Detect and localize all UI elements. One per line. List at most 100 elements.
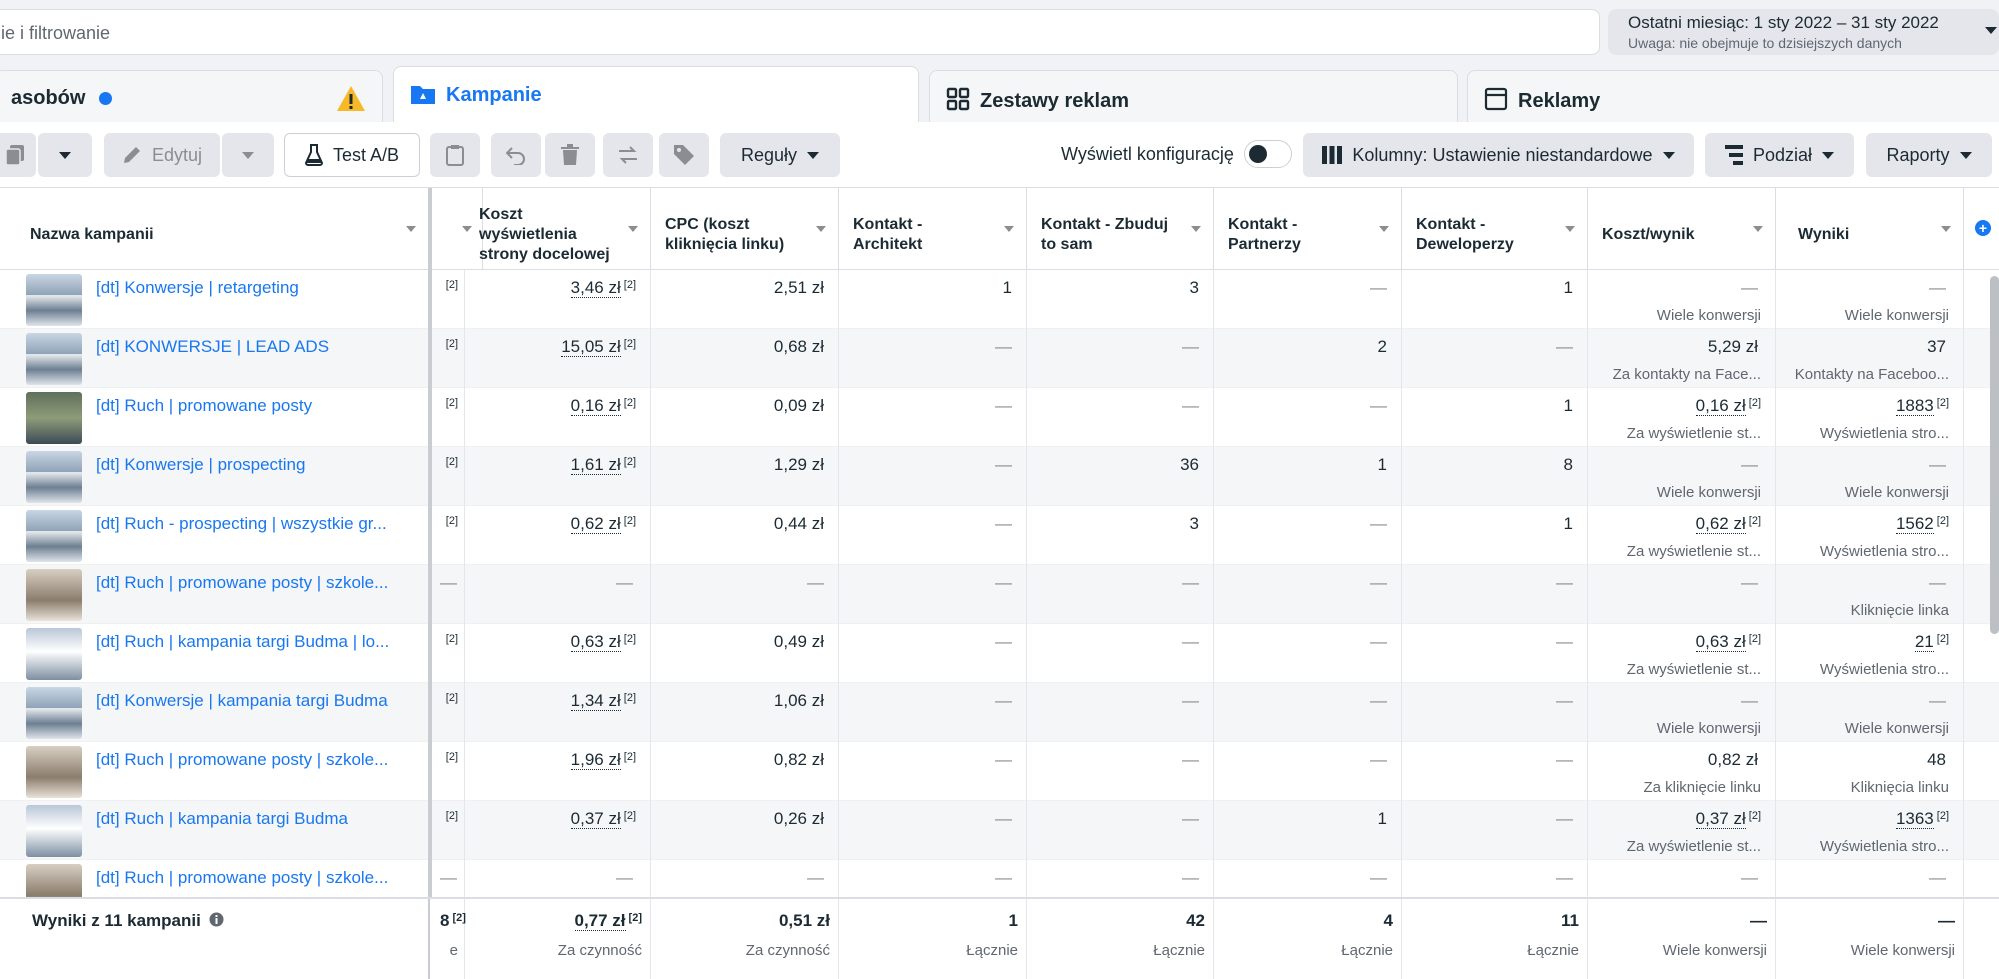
campaign-name-cell: [dt] Konwersje | kampania targi Budma <box>0 683 430 742</box>
footnote-marker: [2] <box>445 397 458 409</box>
vertical-scrollbar[interactable] <box>1990 276 1999 634</box>
column-header-contact-architect[interactable]: Kontakt - Architekt <box>839 188 1027 270</box>
campaign-name-link[interactable]: [dt] Ruch | kampania targi Budma | lo... <box>96 632 416 652</box>
tab-ad-sets[interactable]: Zestawy reklam <box>929 70 1458 124</box>
table-row[interactable]: [dt] Konwersje | prospecting [2] 1,61 zł [2… <box>0 447 1999 506</box>
rules-button[interactable]: Reguły <box>720 133 840 177</box>
date-range-picker[interactable]: Ostatni miesiąc: 1 sty 2022 – 31 sty 202… <box>1608 9 1999 55</box>
caret-down-icon <box>242 151 254 159</box>
campaign-thumbnail <box>26 333 82 385</box>
level-tabs: asobów Kampanie Zestawy reklam Reklamy <box>0 62 1999 124</box>
campaign-name-link[interactable]: [dt] Ruch | promowane posty | szkole... <box>96 750 416 770</box>
totals-label-cell: Wyniki z 11 kampanii <box>0 899 430 979</box>
cell-hidden: [2] <box>432 624 465 683</box>
campaign-name-link[interactable]: [dt] Ruch | kampania targi Budma <box>96 809 416 829</box>
column-header-landing-page-cost[interactable]: Koszt wyświetlenia strony docelowej <box>465 188 651 270</box>
tab-campaigns[interactable]: Kampanie <box>393 66 919 124</box>
edit-dropdown-button[interactable] <box>222 133 274 177</box>
cell-cpc: — <box>651 565 839 624</box>
breakdown-button[interactable]: Podział <box>1705 133 1854 177</box>
cell-cpc: 0,68 zł <box>651 329 839 388</box>
total-sub: Za czynność <box>745 942 830 959</box>
cell-results: 48 Kliknięcia linku <box>1776 742 1964 801</box>
ab-test-button[interactable]: Test A/B <box>284 133 420 177</box>
columns-button[interactable]: Kolumny: Ustawienie niestandardowe <box>1303 133 1694 177</box>
campaign-thumbnail <box>26 510 82 562</box>
cell-value: 0,82 zł <box>773 750 824 769</box>
cell-hidden: [2] <box>432 683 465 742</box>
cell-value: — <box>995 337 1012 356</box>
cell-results: 37 Kontakty na Faceboo... <box>1776 329 1964 388</box>
column-header-results[interactable]: Wyniki <box>1776 188 1964 270</box>
tab-label: Reklamy <box>1518 90 1601 112</box>
delete-button[interactable] <box>545 133 595 177</box>
campaign-name-link[interactable]: [dt] Ruch | promowane posty | szkole... <box>96 868 416 888</box>
cell-hidden: [2] <box>432 506 465 565</box>
footnote-marker: [2] <box>623 692 636 704</box>
search-filter-input[interactable]: ie i filtrowanie <box>0 9 1600 55</box>
add-column-icon[interactable]: + <box>1975 220 1991 236</box>
footnote-marker: [2] <box>623 810 636 822</box>
table-row[interactable]: [dt] Konwersje | retargeting [2] 3,46 zł [2… <box>0 270 1999 329</box>
cell-value: — <box>995 691 1012 710</box>
table-row[interactable]: [dt] Ruch | promowane posty [2] 0,16 zł [2]… <box>0 388 1999 447</box>
table-row[interactable]: [dt] Konwersje | kampania targi Budma [2]… <box>0 683 1999 742</box>
column-header-contact-partners[interactable]: Kontakt - Partnerzy <box>1214 188 1402 270</box>
total-sub: Za czynność <box>557 942 642 959</box>
totals-cell-landing-page-cost: 0,77 zł [2] Za czynność <box>465 899 651 979</box>
column-header-contact-developers[interactable]: Kontakt - Deweloperzy <box>1402 188 1588 270</box>
campaign-name-link[interactable]: [dt] Konwersje | retargeting <box>96 278 416 298</box>
duplicate-dropdown-button[interactable] <box>38 133 92 177</box>
table-row[interactable]: [dt] Ruch | kampania targi Budma | lo...… <box>0 624 1999 683</box>
edit-button[interactable]: Edytuj <box>104 133 220 177</box>
column-header-cost-per-result[interactable]: Koszt/wynik <box>1588 188 1776 270</box>
cell-developers: — <box>1402 565 1588 624</box>
tag-button[interactable] <box>659 133 709 177</box>
sort-icon <box>816 226 826 232</box>
share-icon <box>619 146 637 164</box>
show-config-toggle[interactable] <box>1244 140 1292 168</box>
table-row[interactable]: [dt] KONWERSJE | LEAD ADS [2] 15,05 zł [2] 0… <box>0 329 1999 388</box>
column-header-campaign-name[interactable]: Nazwa kampanii <box>0 188 430 270</box>
campaign-name-link[interactable]: [dt] Konwersje | prospecting <box>96 455 416 475</box>
totals-label: Wyniki z 11 kampanii <box>32 911 201 930</box>
cell-value: — <box>1556 809 1573 828</box>
cell-cost-per-result: — Wiele konwersji <box>1588 447 1776 506</box>
undo-button[interactable] <box>491 133 541 177</box>
cell-value: — <box>1182 396 1199 415</box>
column-header-label: Kontakt - Deweloperzy <box>1416 215 1514 253</box>
cell-architect: — <box>839 801 1027 860</box>
cell-landing-page-cost: 1,61 zł [2] <box>465 447 651 506</box>
warning-icon[interactable] <box>336 85 366 118</box>
clipboard-button[interactable] <box>430 133 480 177</box>
column-header-contact-build[interactable]: Kontakt - Zbuduj to sam <box>1027 188 1214 270</box>
cell-subtext: Kontakty na Faceboo... <box>1794 366 1949 383</box>
cell-value: — <box>1929 278 1946 297</box>
table-row[interactable]: [dt] Ruch | promowane posty | szkole... [… <box>0 742 1999 801</box>
export-button[interactable] <box>603 133 653 177</box>
campaign-name-link[interactable]: [dt] Ruch | promowane posty | szkole... <box>96 573 416 593</box>
column-header-label: CPC (koszt kliknięcia linku) <box>665 215 785 253</box>
cell-value: — <box>995 514 1012 533</box>
campaign-name-link[interactable]: [dt] Ruch | promowane posty <box>96 396 416 416</box>
campaign-name-link[interactable]: [dt] Ruch - prospecting | wszystkie gr..… <box>96 514 416 534</box>
cell-subtext: Wyświetlenia stro... <box>1819 661 1949 678</box>
tab-accounts[interactable]: asobów <box>0 70 383 124</box>
cell-architect: — <box>839 683 1027 742</box>
table-row[interactable]: [dt] Ruch | kampania targi Budma [2] 0,37 … <box>0 801 1999 860</box>
tab-ads[interactable]: Reklamy <box>1467 70 1999 124</box>
cell-developers: — <box>1402 801 1588 860</box>
top-bar: ie i filtrowanie Ostatni miesiąc: 1 sty … <box>0 0 1999 62</box>
campaign-name-link[interactable]: [dt] Konwersje | kampania targi Budma <box>96 691 416 711</box>
table-row[interactable]: [dt] Ruch - prospecting | wszystkie gr..… <box>0 506 1999 565</box>
cell-value: — <box>1182 868 1199 887</box>
cell-value: — <box>1370 691 1387 710</box>
reports-button[interactable]: Raporty <box>1866 133 1992 177</box>
cell-value: — <box>616 573 633 592</box>
cell-value: 1 <box>1377 809 1387 828</box>
campaign-name-link[interactable]: [dt] KONWERSJE | LEAD ADS <box>96 337 416 357</box>
column-header-cpc[interactable]: CPC (koszt kliknięcia linku) <box>651 188 839 270</box>
cell-value: — <box>1929 691 1946 710</box>
duplicate-button[interactable] <box>0 133 36 177</box>
table-row[interactable]: [dt] Ruch | promowane posty | szkole... —… <box>0 565 1999 624</box>
